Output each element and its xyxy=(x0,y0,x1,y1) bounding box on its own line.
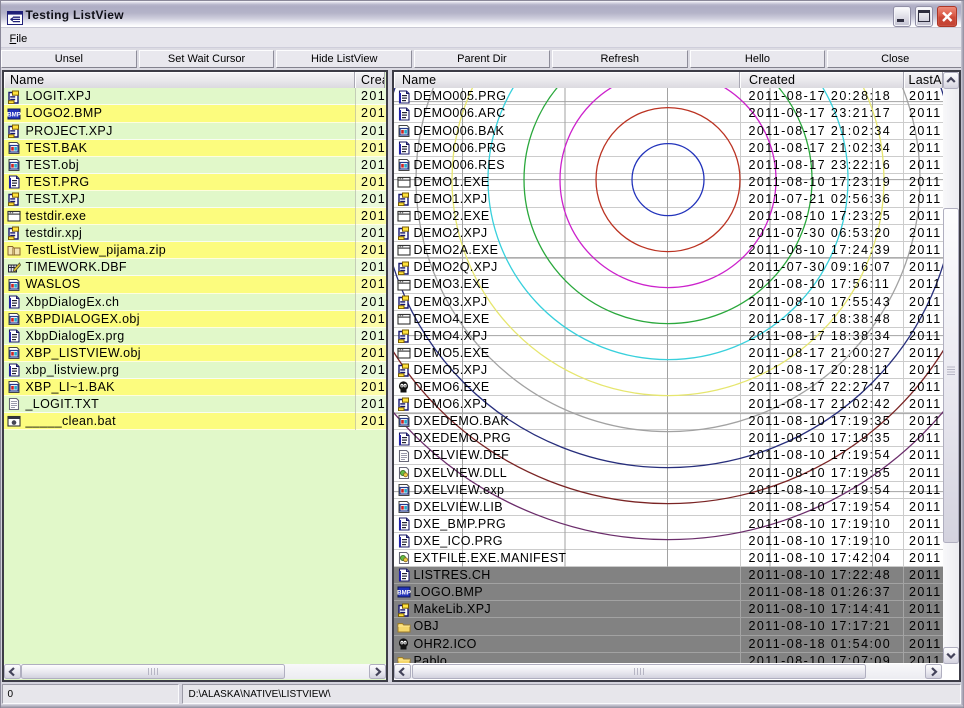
svg-text:BMP: BMP xyxy=(397,590,411,597)
svg-text:BMP: BMP xyxy=(7,111,21,118)
